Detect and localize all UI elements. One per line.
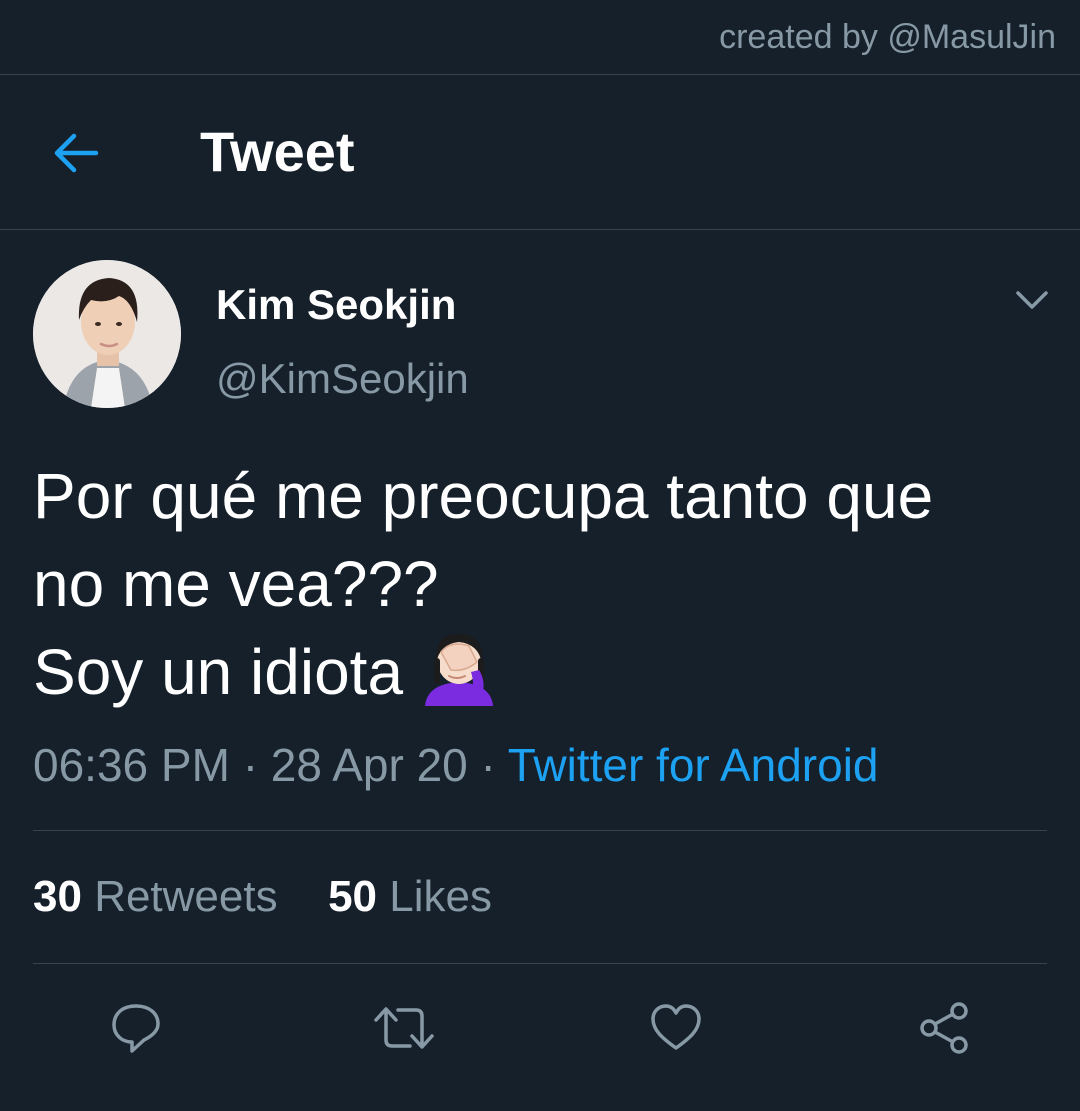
like-button[interactable] bbox=[644, 996, 708, 1060]
avatar-image bbox=[33, 260, 181, 408]
back-button[interactable] bbox=[44, 121, 108, 185]
tweet-stats: 30 Retweets 50 Likes bbox=[33, 872, 492, 922]
tweet-time: 06:36 PM bbox=[33, 739, 230, 791]
tweet-line-with-emoji: Soy un idiota bbox=[33, 628, 1043, 728]
author-handle[interactable]: @KimSeokjin bbox=[216, 355, 469, 403]
credit-text: created by @MasulJin bbox=[719, 18, 1056, 56]
credit-bar: created by @MasulJin bbox=[0, 0, 1080, 75]
retweet-icon bbox=[374, 1007, 434, 1049]
divider bbox=[33, 963, 1047, 964]
tweet-meta: 06:36 PM · 28 Apr 20 · Twitter for Andro… bbox=[33, 738, 879, 792]
reply-button[interactable] bbox=[104, 996, 168, 1060]
retweet-button[interactable] bbox=[372, 996, 436, 1060]
likes-count: 50 bbox=[328, 872, 378, 921]
page-title: Tweet bbox=[200, 120, 355, 183]
more-options-button[interactable] bbox=[1008, 280, 1056, 320]
meta-separator: · bbox=[480, 739, 496, 791]
retweets-count: 30 bbox=[33, 872, 82, 921]
share-button[interactable] bbox=[912, 996, 976, 1060]
tweet-line: Por qué me preocupa tanto que bbox=[33, 460, 934, 532]
tweet-source-link[interactable]: Twitter for Android bbox=[508, 739, 879, 791]
tweet-line: no me vea??? bbox=[33, 548, 439, 620]
share-icon bbox=[920, 1002, 968, 1054]
tweet-line: Soy un idiota bbox=[33, 636, 404, 708]
likes-label: Likes bbox=[389, 872, 492, 921]
arrow-left-icon bbox=[54, 133, 99, 173]
retweets-stat[interactable]: 30 Retweets bbox=[33, 872, 278, 921]
tweet-date: 28 Apr 20 bbox=[270, 739, 468, 791]
header: Tweet bbox=[0, 75, 1080, 230]
retweets-label: Retweets bbox=[94, 872, 278, 921]
face-palm-icon bbox=[421, 630, 497, 728]
avatar[interactable] bbox=[33, 260, 181, 408]
tweet-text: Por qué me preocupa tanto que no me vea?… bbox=[33, 452, 1043, 728]
reply-icon bbox=[112, 1004, 160, 1053]
divider bbox=[33, 830, 1047, 831]
like-icon bbox=[651, 1004, 701, 1050]
meta-separator: · bbox=[242, 739, 259, 791]
likes-stat[interactable]: 50 Likes bbox=[328, 872, 492, 921]
author-name[interactable]: Kim Seokjin bbox=[216, 281, 456, 329]
chevron-down-icon bbox=[1016, 291, 1048, 309]
